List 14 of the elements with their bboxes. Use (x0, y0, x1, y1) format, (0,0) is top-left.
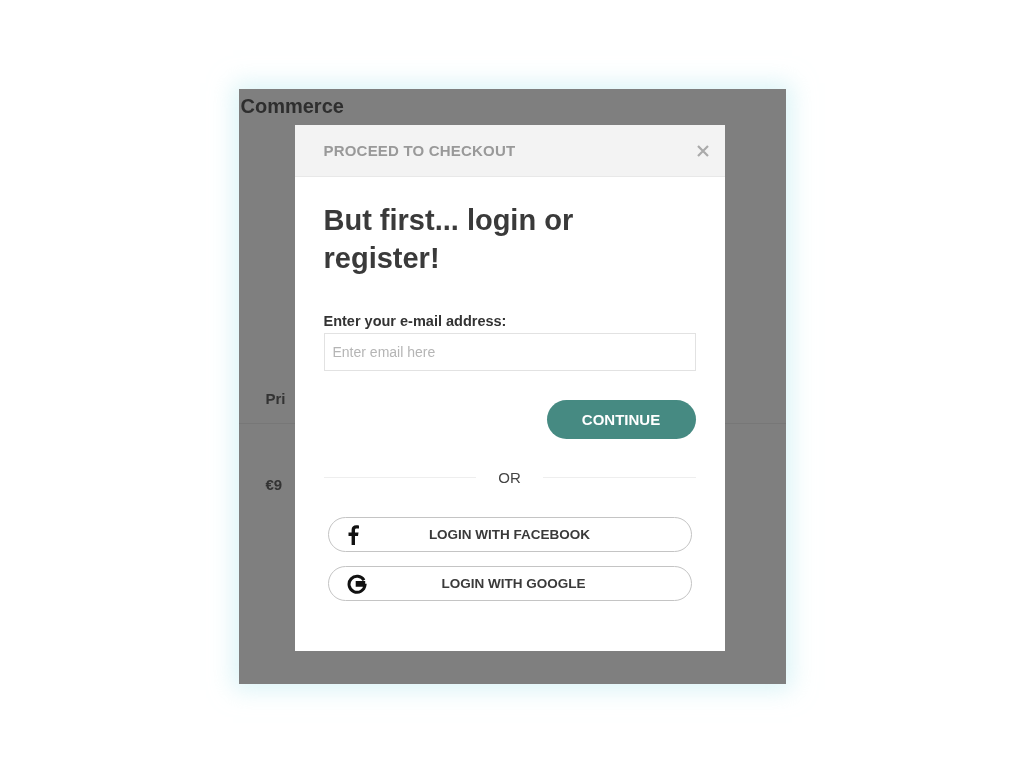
close-icon (696, 144, 709, 157)
facebook-icon (346, 524, 359, 545)
dialog-title: PROCEED TO CHECKOUT (323, 142, 516, 159)
social-login-button[interactable]: LOGIN WITH FACEBOOK (327, 517, 692, 552)
dialog-heading: But first... login or register! (323, 203, 575, 276)
page-title: Commerce (240, 95, 344, 118)
email-label: Enter your e-mail address: (323, 313, 508, 329)
continue-button[interactable]: CONTINUE (546, 400, 696, 439)
email-field[interactable]: Enter email here (323, 333, 696, 371)
divider-label: OR (498, 469, 521, 486)
social-login-button[interactable]: LOGIN WITH GOOGLE (327, 566, 692, 601)
table-cell: €9 (265, 476, 283, 493)
google-icon (346, 573, 367, 594)
column-header: Pri (265, 390, 286, 407)
